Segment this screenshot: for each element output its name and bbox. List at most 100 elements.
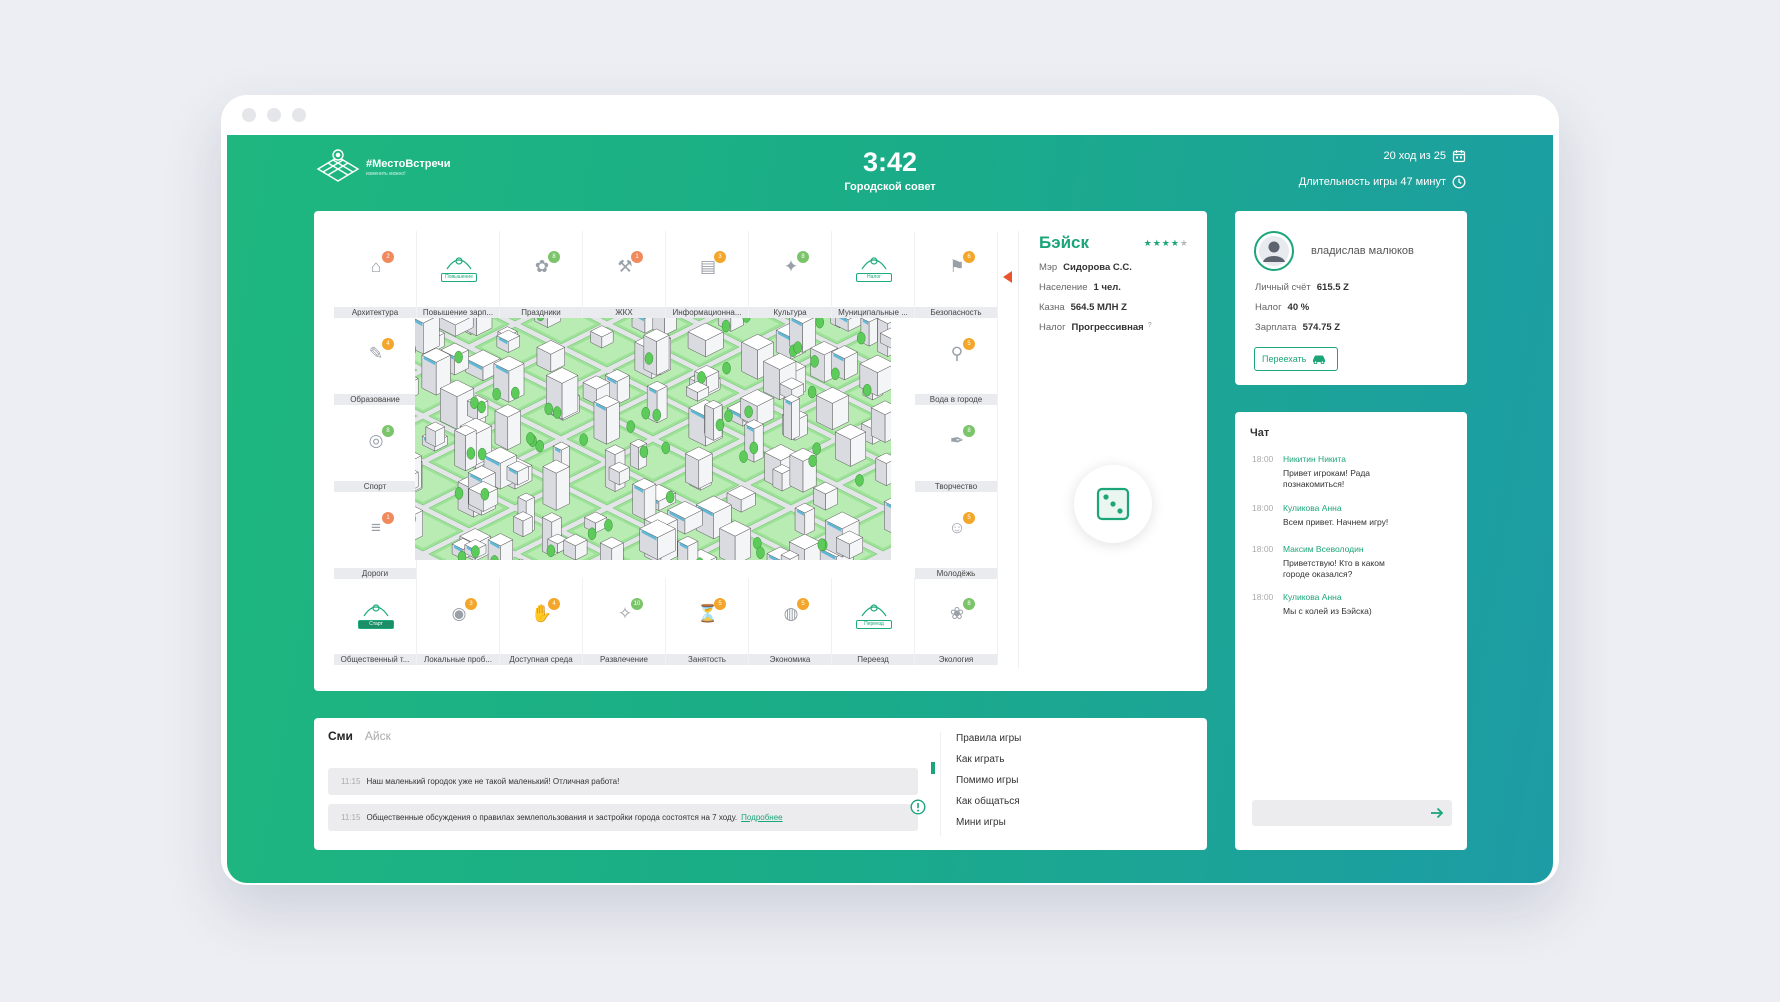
board-tile[interactable]: ◍ 5 Экономика [749,578,832,665]
board-tile[interactable]: ✦ 8 Культура [749,231,832,318]
current-tile-pointer [1003,271,1012,283]
dice-icon [1096,487,1130,521]
link-mini-games[interactable]: Мини игры [956,816,1021,837]
board-tile[interactable]: Старт Общественный т... [334,578,417,665]
board-tile[interactable]: ▤ 3 Информационна... [666,231,749,318]
link-how-to-communicate[interactable]: Как общаться [956,795,1021,816]
tile-badge: 4 [548,598,560,610]
window-controls [242,108,306,122]
tile-badge: 8 [548,251,560,263]
tile-badge: 5 [963,512,975,524]
board-tile[interactable]: ❀ 8 Экология [915,578,998,665]
news-item: 11:15 Общественные обсуждения о правилах … [328,804,918,831]
tile-label: Переезд [832,654,914,665]
account-row: Личный счёт 615.5 Z [1255,282,1349,293]
message-text: Всем привет. Начнем игру! [1283,517,1389,527]
game-duration-text: Длительность игры 47 минут [1298,176,1446,188]
message-author[interactable]: Никитин Никита [1283,454,1346,464]
board-tile[interactable]: Переезд Переезд [832,578,915,665]
tax-value: Прогрессивная [1071,322,1144,333]
send-arrow-icon[interactable] [1430,807,1444,819]
board-tile[interactable]: ☺ 5 Молодёжь [915,492,998,579]
news-time: 11:15 [341,777,361,786]
board-tile[interactable]: ✧ 10 Развлечение [583,578,666,665]
link-how-to-play[interactable]: Как играть [956,753,1021,774]
board-tile[interactable]: ◉ 3 Локальные проб... [417,578,500,665]
board-tile[interactable]: ⚒ 1 ЖКХ [583,231,666,318]
tile-label: Образование [334,394,416,405]
news-scrollbar[interactable] [931,762,935,774]
tax-row: Налог Прогрессивная? [1039,322,1189,333]
star-filled-icon: ★ [1170,238,1180,248]
tile-label: Экономика [749,654,831,665]
link-rules[interactable]: Правила игры [956,732,1021,753]
user-icon [1259,236,1289,266]
chat-input[interactable] [1252,800,1452,826]
mayor-label: Мэр [1039,262,1058,273]
mayor-row: Мэр Сидорова С.С. [1039,262,1189,273]
board-tile[interactable]: Налог Муниципальные ... [832,231,915,318]
message-author[interactable]: Куликова Анна [1283,503,1342,513]
population-value: 1 чел. [1093,282,1121,293]
tile-badge: 8 [382,425,394,437]
city-isometric-illustration [415,318,891,560]
tile-badge: 5 [963,338,975,350]
chat-title: Чат [1250,427,1270,439]
player-name: владислав малюков [1311,245,1414,257]
link-beyond-game[interactable]: Помимо игры [956,774,1021,795]
window-dot-close[interactable] [242,108,256,122]
clock-icon [1452,175,1466,189]
message-text: Мы с колей из Бэйска) [1283,606,1372,616]
tile-label: Вода в городе [915,394,997,405]
roll-dice-button[interactable] [1074,465,1152,543]
help-links: Правила игры Как играть Помимо игры Как … [956,732,1021,837]
message-time: 18:00 [1252,454,1274,464]
news-item: 11:15 Наш маленький городок уже не такой … [328,768,918,795]
message-time: 18:00 [1252,503,1274,513]
tile-badge: 8 [797,251,809,263]
tax-help-icon[interactable]: ? [1148,322,1152,329]
city-map[interactable] [415,318,891,560]
window-dot-maximize[interactable] [292,108,306,122]
turn-counter: 20 ход из 25 [1384,149,1467,163]
board-tile[interactable]: ◎ 8 Спорт [334,405,417,492]
treasury-label: Казна [1039,302,1065,313]
board-tile[interactable]: ≡ 1 Дороги [334,492,417,579]
news-tabs: Сми Айск [328,729,391,743]
player-tax-label: Налог [1255,302,1282,313]
tile-plate: Переезд [856,620,892,629]
tile-badge: 1 [382,512,394,524]
avatar[interactable] [1254,231,1294,271]
tile-label: Праздники [500,307,582,318]
board-tile[interactable]: ✎ 4 Образование [334,318,417,405]
news-divider [940,732,941,836]
board-tile[interactable]: Повышение Повышение зарп... [417,231,500,318]
treasury-row: Казна 564.5 МЛН Z [1039,302,1189,313]
tile-label: Повышение зарп... [417,307,499,318]
message-author[interactable]: Максим Всеволодин [1283,544,1364,554]
board-tile[interactable]: ⚑ 6 Безопасность [915,231,998,318]
tile-label: Общественный т... [334,654,416,665]
tile-badge: 3 [714,251,726,263]
car-icon [1313,355,1326,364]
board-tile[interactable]: ✿ 8 Праздники [500,231,583,318]
mayor-value: Сидорова С.С. [1063,262,1132,273]
tab-smi[interactable]: Сми [328,729,353,743]
star-filled-icon: ★ [1152,238,1162,248]
tile-label: Информационна... [666,307,748,318]
city-info: Бэйск ★★★★★ Мэр Сидорова С.С. Население 1 … [1039,233,1189,333]
board-tile[interactable]: ⚲ 5 Вода в городе [915,318,998,405]
tab-aisk[interactable]: Айск [365,729,391,743]
board-tile[interactable]: ⏳ 5 Занятость [666,578,749,665]
game-logo[interactable]: #МестоВстречи изменить можно! [314,147,451,187]
board-tile[interactable]: ⌂ 2 Архитектура [334,231,417,318]
window-dot-minimize[interactable] [267,108,281,122]
board-tile[interactable]: ✋ 4 Доступная среда [500,578,583,665]
message-author[interactable]: Куликова Анна [1283,592,1342,602]
move-button[interactable]: Переехать [1254,347,1338,371]
treasury-value: 564.5 МЛН Z [1070,302,1127,313]
news-more-link[interactable]: Подробнее [741,813,783,822]
news-text: Общественные обсуждения о правилах земле… [366,813,738,822]
board-tile[interactable]: ✒ 8 Творчество [915,405,998,492]
alert-icon[interactable] [910,799,926,815]
